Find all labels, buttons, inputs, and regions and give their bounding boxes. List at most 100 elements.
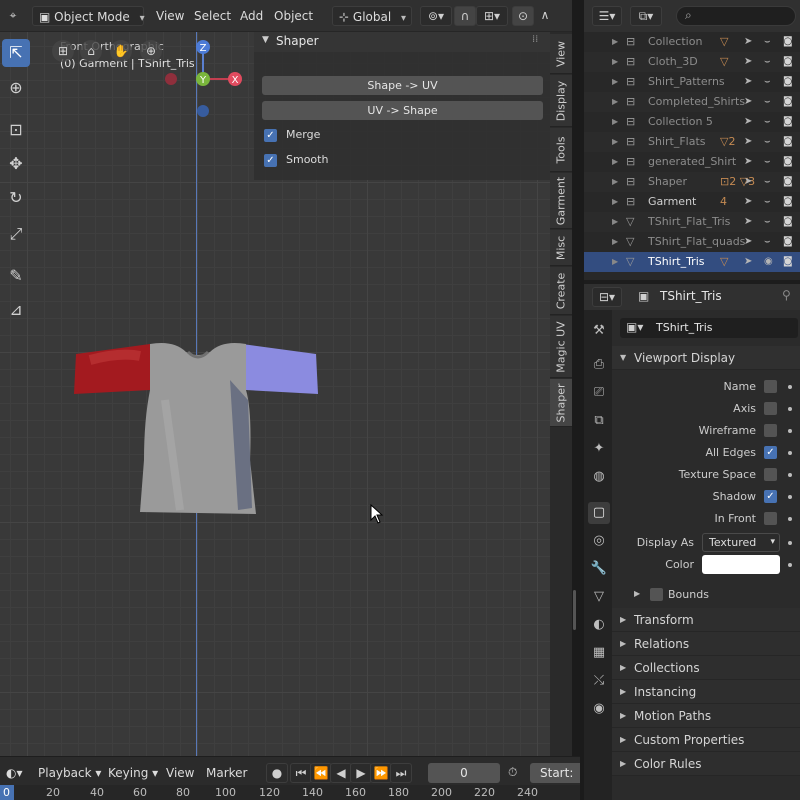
texture-tab-icon[interactable]: ▦ — [588, 642, 610, 664]
keyframe-dot[interactable] — [788, 429, 792, 433]
expand-arrow-icon[interactable]: ▶ — [612, 52, 618, 72]
outliner-row[interactable]: ▶ ⊟ Collection 5 ➤ ⌣ ◙ — [584, 112, 800, 132]
output-tab-icon[interactable]: ⎚ — [588, 382, 610, 404]
panel-collections[interactable]: ▶ Collections — [612, 656, 800, 680]
select-arrow-icon[interactable]: ➤ — [744, 112, 752, 132]
marker-menu[interactable]: Marker — [200, 763, 253, 783]
pin-icon[interactable]: ⚲ — [782, 288, 791, 302]
visibility-eye-icon[interactable]: ⌣ — [764, 52, 771, 72]
select-arrow-icon[interactable]: ➤ — [744, 252, 752, 272]
view-layer-tab-icon[interactable]: ⧉ — [588, 410, 610, 432]
record-icon[interactable]: ● — [266, 763, 288, 783]
pivot-icon[interactable]: ⊚▾ — [420, 6, 452, 26]
outliner-row[interactable]: ▶ ⊟ Completed_Shirts ➤ ⌣ ◙ — [584, 92, 800, 112]
expand-arrow-icon[interactable]: ▶ — [612, 252, 618, 272]
timeline-editor-icon[interactable]: ◐▾ — [0, 763, 29, 783]
select-arrow-icon[interactable]: ➤ — [744, 72, 752, 92]
keying-menu[interactable]: Keying ▾ — [102, 763, 164, 783]
panel-custom-properties[interactable]: ▶ Custom Properties — [612, 728, 800, 752]
navigation-gizmo[interactable]: Z Y X — [160, 34, 250, 124]
keyframe-dot[interactable] — [788, 563, 792, 567]
outliner-row[interactable]: ▶ ⊟ generated_Shirt ➤ ⌣ ◙ — [584, 152, 800, 172]
visibility-eye-icon[interactable]: ⌣ — [764, 192, 771, 212]
display-as-dropdown[interactable]: Textured ▾ — [702, 533, 780, 552]
3d-viewport[interactable]: Front Orthographic (0) Garment | TShirt_… — [0, 32, 572, 756]
render-camera-icon[interactable]: ◙ — [783, 72, 793, 92]
expand-arrow-icon[interactable]: ▶ — [612, 32, 618, 52]
particles-tab-icon[interactable]: ◉ — [588, 698, 610, 720]
measure-tool-icon[interactable]: ⊿ — [2, 296, 30, 324]
panel-motion-paths[interactable]: ▶ Motion Paths — [612, 704, 800, 728]
outliner-row[interactable]: ▶ ⊟ Shirt_Patterns ➤ ⌣ ◙ — [584, 72, 800, 92]
panel-relations[interactable]: ▶ Relations — [612, 632, 800, 656]
panel-instancing[interactable]: ▶ Instancing — [612, 680, 800, 704]
tab-shaper[interactable]: Shaper — [550, 379, 572, 427]
keyframe-dot[interactable] — [788, 473, 792, 477]
panel-transform[interactable]: ▶ Transform — [612, 608, 800, 632]
select-arrow-icon[interactable]: ➤ — [744, 212, 752, 232]
outliner-search-input[interactable]: ⌕ — [676, 6, 796, 26]
cursor-tool-icon[interactable]: ⊕ — [2, 74, 30, 102]
modifier-tab-icon[interactable]: 🔧 — [588, 558, 610, 580]
keyframe-dot[interactable] — [788, 541, 792, 545]
scale-tool-icon[interactable]: ⤢ — [2, 220, 30, 248]
tshirt-mesh[interactable] — [70, 340, 322, 520]
current-frame-field[interactable]: 0 — [428, 763, 500, 783]
display-mode-icon[interactable]: ⧉▾ — [630, 6, 662, 26]
expand-arrow-icon[interactable]: ▶ — [634, 589, 640, 598]
keyframe-dot[interactable] — [788, 451, 792, 455]
zoom-icon[interactable]: ⊕ — [140, 40, 162, 62]
select-arrow-icon[interactable]: ➤ — [744, 192, 752, 212]
shaper-panel-header[interactable]: ▼ Shaper ⁞⁞ — [254, 32, 550, 52]
bounds-checkbox[interactable] — [650, 588, 663, 601]
render-camera-icon[interactable]: ◙ — [783, 232, 793, 252]
rotate-tool-icon[interactable]: ↻ — [2, 184, 30, 212]
keyframe-dot[interactable] — [788, 517, 792, 521]
tab-display[interactable]: Display — [550, 75, 572, 127]
select-arrow-icon[interactable]: ➤ — [744, 32, 752, 52]
render-camera-icon[interactable]: ◙ — [783, 152, 793, 172]
visibility-eye-icon[interactable]: ⌣ — [764, 32, 771, 52]
constraint-tab-icon[interactable]: ⤯ — [588, 670, 610, 692]
render-camera-icon[interactable]: ◙ — [783, 32, 793, 52]
visibility-eye-icon[interactable]: ⌣ — [764, 132, 771, 152]
outliner-editor-icon[interactable]: ☰▾ — [592, 6, 622, 26]
panel-color-rules[interactable]: ▶ Color Rules — [612, 752, 800, 776]
visibility-eye-icon[interactable]: ◉ — [764, 252, 773, 272]
timeline-view-menu[interactable]: View — [160, 763, 200, 783]
start-frame-label[interactable]: Start: — [530, 763, 580, 783]
render-camera-icon[interactable]: ◙ — [783, 252, 793, 272]
expand-arrow-icon[interactable]: ▶ — [612, 92, 618, 112]
keyframe-dot[interactable] — [788, 385, 792, 389]
expand-arrow-icon[interactable]: ▶ — [612, 112, 618, 132]
world-tab-icon[interactable]: ◍ — [588, 466, 610, 488]
select-arrow-icon[interactable]: ➤ — [744, 152, 752, 172]
merge-checkbox[interactable]: ✓ — [264, 129, 277, 142]
snap-target-icon[interactable]: ⊞▾ — [476, 6, 508, 26]
color-swatch[interactable] — [702, 555, 780, 574]
smooth-checkbox[interactable]: ✓ — [264, 154, 277, 167]
scene-tab-icon[interactable]: ✦ — [588, 438, 610, 460]
expand-arrow-icon[interactable]: ▶ — [612, 192, 618, 212]
snap-icon[interactable]: ∩ — [454, 6, 476, 26]
select-arrow-icon[interactable]: ➤ — [744, 52, 752, 72]
select-arrow-icon[interactable]: ➤ — [744, 92, 752, 112]
render-camera-icon[interactable]: ◙ — [783, 192, 793, 212]
visibility-eye-icon[interactable]: ⌣ — [764, 72, 771, 92]
visibility-eye-icon[interactable]: ⌣ — [764, 232, 771, 252]
playback-menu[interactable]: Playback ▾ — [32, 763, 107, 783]
viewport-scrollbar[interactable] — [573, 590, 576, 630]
outliner-row[interactable]: ▶ ▽ TShirt_Flat_quads ➤ ⌣ ◙ — [584, 232, 800, 252]
object-tab-icon[interactable]: ▢ — [588, 502, 610, 524]
shape-to-uv-button[interactable]: Shape -> UV — [262, 76, 543, 95]
outliner-row[interactable]: ▶ ⊟ Cloth_3D ▽ ➤ ⌣ ◙ — [584, 52, 800, 72]
select-arrow-icon[interactable]: ➤ — [744, 232, 752, 252]
visibility-eye-icon[interactable]: ⌣ — [764, 92, 771, 112]
render-camera-icon[interactable]: ◙ — [783, 172, 793, 192]
jump-end-icon[interactable]: ⏭ — [390, 763, 412, 783]
drag-handle-icon[interactable]: ⁞⁞ — [532, 34, 538, 45]
tab-magic-uv[interactable]: Magic UV — [550, 316, 572, 378]
stopwatch-icon[interactable]: ⏱ — [508, 765, 517, 780]
editor-type-icon[interactable]: ⌖ — [2, 6, 24, 26]
play-reverse-icon[interactable]: ◀ — [330, 763, 352, 783]
